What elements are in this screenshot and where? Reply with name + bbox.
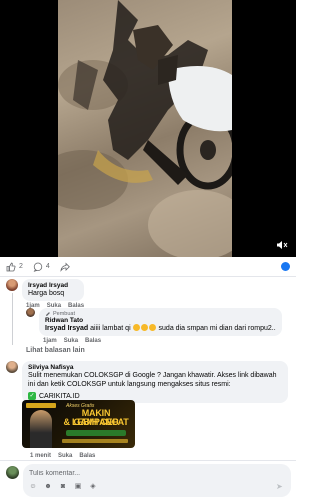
comment-author[interactable]: Irsyad Irsyad (28, 282, 78, 289)
camera-icon[interactable]: ◙ (59, 483, 67, 491)
comment-author[interactable]: Silviya Nafisya (28, 364, 282, 371)
ad-headline-2: & LEBIH CEPAT (63, 417, 129, 427)
avatar[interactable] (26, 308, 35, 317)
gif-icon[interactable]: ▣ (74, 483, 82, 491)
laughing-emoji-icon (133, 324, 141, 331)
like-comment-button[interactable]: Suka (58, 453, 72, 459)
reply-button[interactable]: Balas (79, 453, 95, 459)
comment-bubble: Pembuat Ridwan Tato Irsyad Irsyad aiiii … (39, 308, 282, 336)
comment-actions: 1jam Suka Balas (39, 338, 282, 344)
comment-count: 4 (45, 263, 50, 270)
comment-input[interactable] (29, 468, 279, 478)
comment-bubble: Irsyad Irsyad Harga bosq (22, 279, 85, 301)
sticker-icon[interactable]: ◈ (89, 483, 97, 491)
ad-strip (62, 439, 128, 443)
link-line: ✓ CARIKITA.ID (28, 392, 282, 400)
check-mark-icon: ✓ (28, 392, 36, 400)
comment-time[interactable]: 1 menit (30, 453, 51, 459)
laughing-emoji-icon (149, 324, 157, 331)
comment-bubble: Silviya Nafisya Sulit menemukan COLOKSGP… (22, 361, 288, 403)
ad-logo (26, 403, 56, 408)
thumbs-up-icon (6, 262, 16, 271)
ad-badge (66, 430, 126, 436)
like-comment-button[interactable]: Suka (64, 338, 78, 344)
reply-button[interactable]: Balas (85, 338, 101, 344)
avatar-sticker-icon[interactable]: ☺ (29, 483, 37, 491)
burned-motorcycle-image (73, 0, 232, 190)
like-count: 2 (19, 263, 23, 270)
comment-composer: ☺ ☻ ◙ ▣ ◈ ➤ (0, 460, 296, 500)
reply-text-part: aiiii lambat qi (90, 325, 131, 332)
comment-icon (33, 262, 43, 272)
ad-person (30, 410, 52, 448)
comment-time[interactable]: 1jam (43, 338, 57, 344)
comment-text: Sulit menemukan COLOKSGP di Google ? Jan… (28, 372, 277, 388)
thread-line (12, 293, 13, 345)
comment-input-box: ☺ ☻ ◙ ▣ ◈ ➤ (23, 464, 291, 497)
volume-muted-icon[interactable] (276, 240, 288, 250)
globe-icon (281, 262, 290, 271)
send-icon[interactable]: ➤ (276, 483, 285, 491)
video-player[interactable] (0, 0, 296, 257)
composer-tools: ☺ ☻ ◙ ▣ ◈ (29, 483, 97, 491)
comment-item: Silviya Nafisya Sulit menemukan COLOKSGP… (6, 361, 288, 403)
video-frame (58, 0, 232, 257)
comment-actions: 1 menit Suka Balas (26, 453, 95, 459)
reply-text-part: suda dia smpan mi dian dari rompu2.. (158, 325, 276, 332)
share-icon (60, 262, 70, 272)
current-user-avatar[interactable] (6, 466, 19, 479)
view-more-replies-link[interactable]: Lihat balasan lain (26, 347, 85, 354)
comment-text: Irsyad Irsyad aiiii lambat qi suda dia s… (45, 324, 276, 333)
mention[interactable]: Irsyad Irsyad (45, 325, 88, 332)
avatar[interactable] (6, 361, 18, 373)
comment-image[interactable]: Akses Gratis MAKIN GAMPANG & LEBIH CEPAT (22, 400, 135, 448)
comment-button[interactable]: 4 (33, 262, 50, 272)
reaction-bar: 2 4 (0, 257, 296, 277)
like-button[interactable]: 2 (6, 262, 23, 272)
comment-item: Irsyad Irsyad Harga bosq 1jam Suka Balas (6, 279, 85, 309)
reply-item: Pembuat Ridwan Tato Irsyad Irsyad aiiii … (26, 308, 282, 344)
laughing-emoji-icon (141, 324, 149, 331)
emoji-icon[interactable]: ☻ (44, 483, 52, 491)
link-text[interactable]: CARIKITA.ID (39, 393, 80, 400)
comment-author[interactable]: Ridwan Tato (45, 317, 276, 324)
share-button[interactable] (60, 262, 70, 272)
comment-text: Harga bosq (28, 290, 65, 297)
avatar[interactable] (6, 279, 18, 291)
